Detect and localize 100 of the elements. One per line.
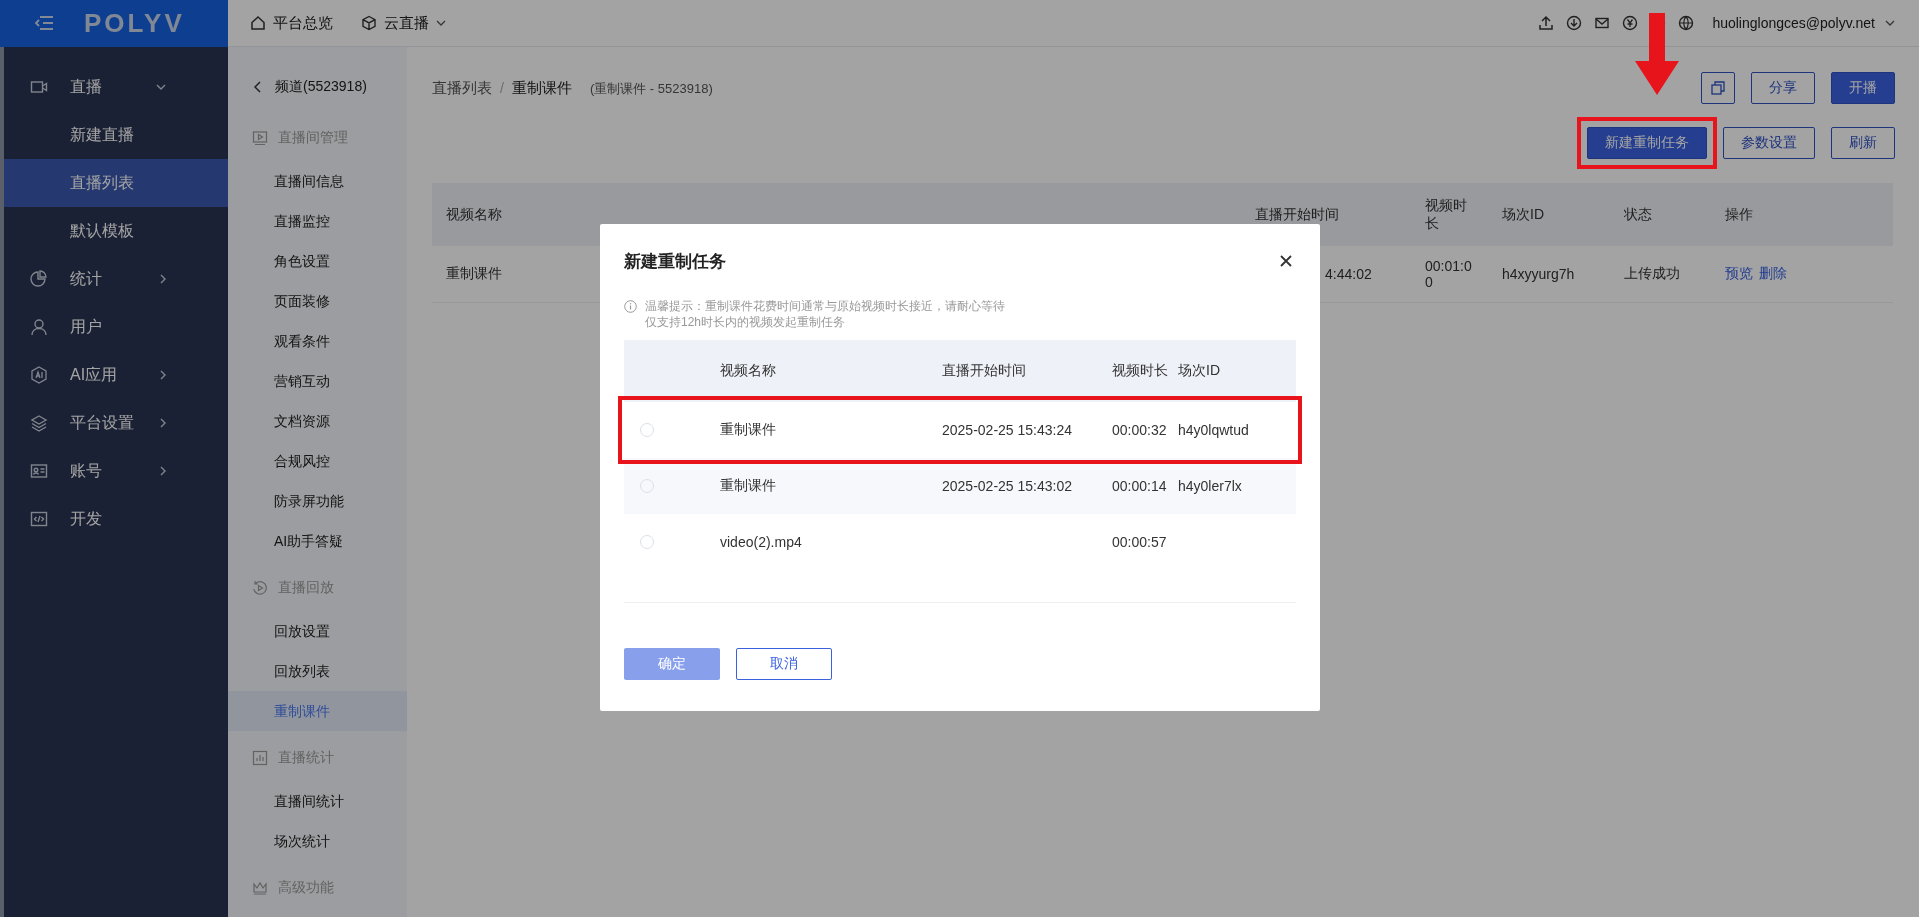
- info-icon: [624, 300, 637, 313]
- menu-item[interactable]: 回放列表: [228, 651, 407, 691]
- chevron-down-icon: [156, 84, 166, 90]
- table-cell-text: h4xyyurg7h: [1501, 266, 1576, 282]
- menu-item[interactable]: 文档资源: [228, 401, 407, 441]
- ai-hexagon-icon: [30, 366, 48, 384]
- table-cell: 重制课件: [720, 477, 776, 493]
- menu-item[interactable]: 角色设置: [228, 241, 407, 281]
- sidebar-item[interactable]: 平台设置: [4, 399, 228, 447]
- mail-icon[interactable]: [1594, 15, 1611, 31]
- menu-item[interactable]: 直播间统计: [228, 781, 407, 821]
- yen-icon[interactable]: [1622, 15, 1639, 31]
- column-header: 视频时长: [1112, 362, 1169, 380]
- replay-icon: [252, 580, 268, 596]
- sidebar-item[interactable]: 账号: [4, 447, 228, 495]
- action-button[interactable]: 新建重制任务: [1587, 127, 1707, 159]
- chevron-left-icon: [254, 81, 261, 93]
- menu-item[interactable]: 直播间信息: [228, 161, 407, 201]
- sidebar-item[interactable]: 用户: [4, 303, 228, 351]
- hint-text: 温馨提示：重制课件花费时间通常与原始视频时长接近，请耐心等待: [645, 298, 1005, 314]
- page-subtitle: (重制课件 - 5523918): [589, 79, 713, 98]
- home-icon: [250, 15, 266, 31]
- menu-group-title: 高级功能: [278, 879, 334, 897]
- nav-link[interactable]: 平台总览: [250, 13, 333, 33]
- menu-item[interactable]: 直播监控: [228, 201, 407, 241]
- breadcrumb-link[interactable]: 重制课件: [511, 78, 572, 98]
- column-header: 视频时长: [1424, 196, 1468, 233]
- column-header: 视频名称: [720, 362, 777, 380]
- table-cell-text: 00:00:32: [1112, 422, 1168, 438]
- pie-chart-icon: [30, 270, 48, 288]
- menu-item[interactable]: 回放设置: [228, 611, 407, 651]
- menu-item[interactable]: 营销互动: [228, 361, 407, 401]
- nav-link[interactable]: 云直播: [361, 13, 446, 33]
- dialog-title: 新建重制任务: [624, 250, 726, 273]
- table-cell: 2025-02-25 15:43:24: [942, 422, 1072, 438]
- column-header: 场次ID: [1178, 362, 1221, 380]
- menu-item[interactable]: 合规风控: [228, 441, 407, 481]
- menu-group-title: 直播间管理: [278, 129, 348, 147]
- table-cell: 重制课件: [720, 421, 776, 437]
- header-button[interactable]: 分享: [1751, 72, 1815, 104]
- menu-group-title: 直播统计: [278, 749, 334, 767]
- download-icon[interactable]: [1566, 15, 1583, 31]
- bar-chart-icon: [252, 750, 268, 766]
- layers-icon: [30, 414, 48, 432]
- chevron-right-icon: [160, 274, 166, 284]
- menu-item[interactable]: 防录屏功能: [228, 481, 407, 521]
- table-cell-text: 00:01:00: [1424, 258, 1473, 290]
- sidebar-item[interactable]: 统计: [4, 255, 228, 303]
- chevron-right-icon: [160, 418, 166, 428]
- close-icon[interactable]: [1280, 255, 1292, 267]
- back-link[interactable]: 频道(5523918): [228, 63, 407, 111]
- column-header: 直播开始时间: [1254, 205, 1340, 224]
- logo: POLYV: [84, 7, 185, 39]
- chevron-right-icon: [160, 466, 166, 476]
- caret-icon: [1885, 20, 1895, 26]
- crown-icon: [252, 880, 268, 896]
- table-cell-text: 00:00:14: [1112, 478, 1168, 494]
- table-cell-text: 重制课件: [445, 265, 503, 283]
- action-button[interactable]: 刷新: [1831, 127, 1895, 159]
- menu-icon[interactable]: [34, 15, 54, 31]
- sidebar-item[interactable]: 默认模板: [4, 207, 228, 255]
- table-link[interactable]: 删除: [1759, 265, 1787, 281]
- table-cell: video(2).mp4: [720, 534, 802, 550]
- sidebar-item[interactable]: 新建直播: [4, 111, 228, 159]
- play-screen-icon: [252, 130, 268, 146]
- copy-button[interactable]: [1701, 72, 1735, 104]
- sidebar-item[interactable]: 开发: [4, 495, 228, 543]
- sidebar-item[interactable]: 直播列表: [4, 159, 228, 207]
- hint-text: 仅支持12h时长内的视频发起重制任务: [645, 314, 847, 330]
- menu-item[interactable]: 场次统计: [228, 821, 407, 861]
- breadcrumb-separator: /: [500, 79, 504, 96]
- table-cell-text: 上传成功: [1623, 265, 1681, 283]
- caret-icon: [436, 20, 446, 26]
- table-cell-text: 4:44:02: [1324, 266, 1372, 282]
- column-header: 场次ID: [1501, 205, 1545, 224]
- menu-item[interactable]: 观看条件: [228, 321, 407, 361]
- table-cell: h4y0ler7lx: [1178, 478, 1242, 494]
- header-button[interactable]: 开播: [1831, 72, 1895, 104]
- copy-icon: [1711, 81, 1725, 95]
- user-icon: [30, 318, 48, 336]
- sidebar-item[interactable]: AI应用: [4, 351, 228, 399]
- menu-item[interactable]: AI助手答疑: [228, 521, 407, 561]
- upload-icon[interactable]: [1538, 15, 1555, 31]
- code-icon: [30, 510, 48, 528]
- action-button[interactable]: 参数设置: [1723, 127, 1815, 159]
- column-header: 直播开始时间: [942, 362, 1027, 380]
- id-card-icon: [30, 462, 48, 480]
- dialog-button[interactable]: 取消: [736, 648, 832, 680]
- breadcrumb-link[interactable]: 直播列表: [432, 78, 492, 98]
- column-header: 状态: [1623, 205, 1653, 224]
- column-header: 视频名称: [445, 205, 503, 224]
- menu-item[interactable]: 页面装修: [228, 281, 407, 321]
- cube-icon: [361, 15, 377, 31]
- table-cell: 2025-02-25 15:43:02: [942, 478, 1072, 494]
- table-link[interactable]: 预览: [1725, 265, 1753, 281]
- sidebar-item[interactable]: 直播: [4, 63, 228, 111]
- globe-icon[interactable]: [1678, 15, 1695, 31]
- table-cell-text: 00:00:57: [1112, 534, 1168, 550]
- table-cell: h4y0lqwtud: [1178, 422, 1249, 438]
- user-menu[interactable]: huolinglongces@polyv.net: [1712, 15, 1895, 31]
